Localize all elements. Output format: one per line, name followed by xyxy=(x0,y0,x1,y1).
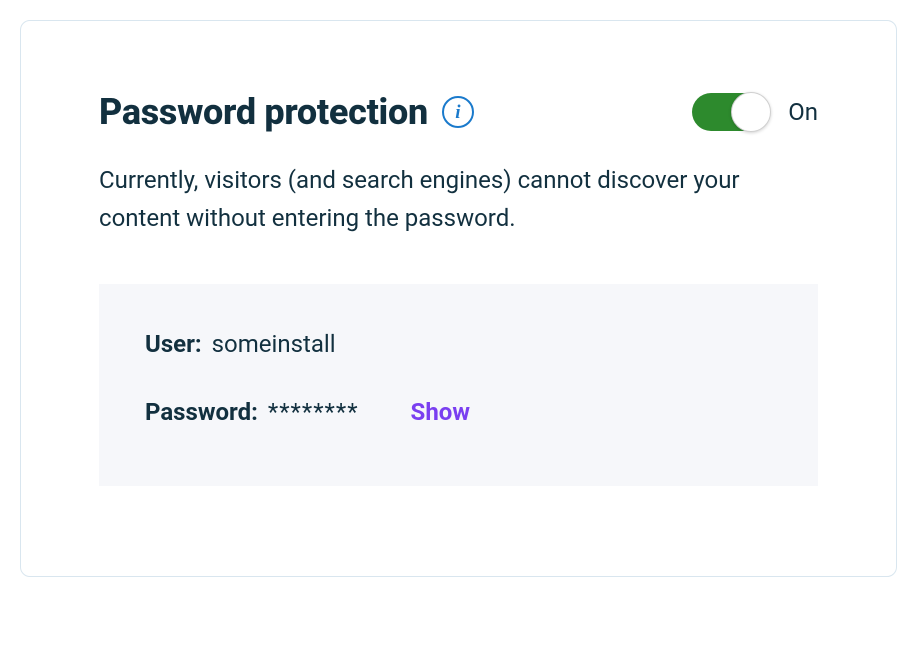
credentials-box: User: someinstall Password: ******** Sho… xyxy=(99,284,818,486)
password-protection-toggle[interactable] xyxy=(692,93,770,131)
toggle-group: On xyxy=(692,93,818,131)
toggle-knob xyxy=(731,92,771,132)
user-value: someinstall xyxy=(212,330,336,358)
password-masked-value: ******** xyxy=(268,398,359,426)
title-group: Password protection i xyxy=(99,91,474,133)
toggle-state-label: On xyxy=(788,98,818,126)
show-password-button[interactable]: Show xyxy=(411,398,470,426)
password-label: Password: xyxy=(145,398,258,426)
user-label: User: xyxy=(145,330,202,358)
password-row: Password: ******** Show xyxy=(145,398,772,426)
card-title: Password protection xyxy=(99,91,428,133)
card-header: Password protection i On xyxy=(99,91,818,133)
password-protection-card: Password protection i On Currently, visi… xyxy=(20,20,897,577)
card-description: Currently, visitors (and search engines)… xyxy=(99,161,799,238)
user-row: User: someinstall xyxy=(145,330,772,358)
info-icon[interactable]: i xyxy=(442,96,474,128)
